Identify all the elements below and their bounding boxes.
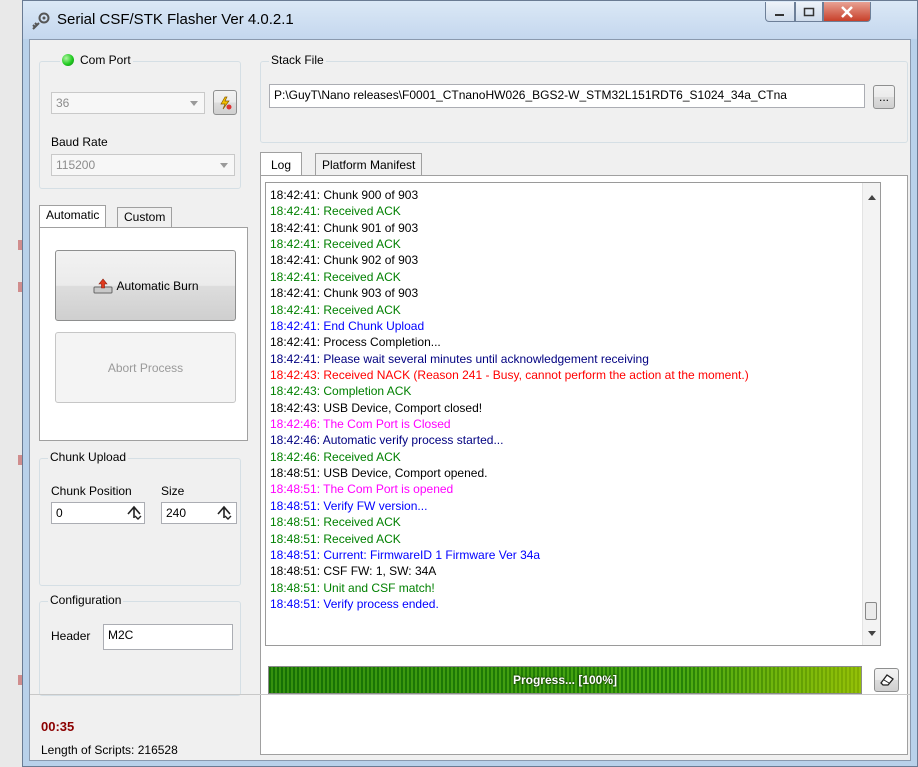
log-textbox[interactable]: 18:42:41: Chunk 900 of 903 18:42:41: Rece… [265,182,881,646]
progress-bar: Progress... [100%] [268,666,862,694]
chunk-upload-group: Chunk Upload Chunk Position Size 0 240 [39,450,241,586]
log-line: 18:42:41: Received ACK [270,237,401,252]
maximize-button[interactable] [795,2,823,22]
scroll-down-icon[interactable] [868,631,876,636]
gear-plug-icon [32,12,50,30]
log-line: 18:42:41: Chunk 902 of 903 [270,253,419,268]
stack-file-path-input[interactable]: P:\GuyT\Nano releases\F0001_CTnanoHW026_… [269,84,865,108]
configuration-group: Configuration Header M2C [39,593,241,696]
header-input[interactable]: M2C [103,624,233,650]
comport-label: Com Port [80,53,131,67]
automatic-burn-button[interactable]: Automatic Burn [55,250,236,321]
comport-header: Com Port [60,53,133,67]
tab-platform-manifest[interactable]: Platform Manifest [315,153,423,175]
log-line: 18:42:41: End Chunk Upload [270,318,425,333]
comport-value: 36 [56,96,70,110]
desktop-background [0,0,23,767]
automatic-burn-label: Automatic Burn [116,278,199,293]
ellipsis-icon: ... [878,90,889,104]
log-lines: 18:42:41: Chunk 900 of 903 18:42:41: Rece… [270,187,860,612]
window-title: Serial CSF/STK Flasher Ver 4.0.2.1 [57,11,294,28]
stack-file-label: Stack File [269,53,326,67]
spin-arrows-icon [127,505,142,520]
refresh-lightning-icon [220,96,232,109]
log-line: 18:48:51: CSF FW: 1, SW: 34A [270,564,437,579]
chunk-position-spinner[interactable] [125,504,143,520]
chevron-down-icon [190,101,198,106]
log-line: 18:48:51: Current: FirmwareID 1 Firmware… [270,547,541,562]
elapsed-timer: 00:35 [41,719,75,734]
tab-automatic[interactable]: Automatic [39,205,107,228]
eraser-icon [879,674,894,686]
log-line: 18:42:41: Received ACK [270,269,401,284]
log-line: 18:48:51: Verify FW version... [270,498,428,513]
connection-group: Com Port 36 Baud Rate 115200 [39,53,241,189]
baud-label: Baud Rate [51,135,108,149]
abort-process-button[interactable]: Abort Process [55,332,236,403]
chevron-down-icon [220,163,228,168]
client-area: Com Port 36 Baud Rate 115200 Automatic C… [29,39,911,761]
log-line: 18:48:51: Verify process ended. [270,596,439,611]
baud-select[interactable]: 115200 [51,154,235,176]
upload-icon [93,278,113,293]
stack-file-group: Stack File P:\GuyT\Nano releases\F0001_C… [260,53,908,143]
log-line: 18:42:41: Received ACK [270,302,401,317]
log-line: 18:42:41: Received ACK [270,204,401,219]
app-window: Serial CSF/STK Flasher Ver 4.0.2.1 Com P… [22,0,918,767]
scroll-thumb[interactable] [865,602,877,620]
log-line: 18:42:46: The Com Port is Closed [270,417,451,432]
log-line: 18:42:41: Chunk 900 of 903 [270,188,419,202]
log-line: 18:42:43: Completion ACK [270,384,412,399]
chunk-size-spinner[interactable] [215,504,233,520]
maximize-icon [803,7,815,16]
log-line: 18:42:41: Chunk 903 of 903 [270,286,419,301]
baud-value: 115200 [56,158,96,172]
browse-button[interactable]: ... [873,85,895,109]
close-button[interactable] [823,2,871,22]
tab-custom[interactable]: Custom [117,207,173,228]
comport-select[interactable]: 36 [51,92,205,114]
scroll-up-icon[interactable] [868,195,876,200]
minimize-button[interactable] [765,2,795,22]
abort-process-label: Abort Process [107,360,184,375]
chunk-position-label: Chunk Position [51,484,132,498]
refresh-ports-button[interactable] [213,90,237,115]
status-divider [30,694,910,695]
log-line: 18:42:46: Automatic verify process start… [270,433,504,448]
chunk-upload-title: Chunk Upload [48,450,129,464]
log-line: 18:48:51: Unit and CSF match! [270,580,435,595]
log-line: 18:42:46: Received ACK [270,449,401,464]
tab-log[interactable]: Log [260,152,303,177]
close-icon [841,5,853,18]
header-label: Header [51,629,91,643]
status-led-icon [62,54,74,66]
clear-log-button[interactable] [874,668,899,692]
progress-label: Progress... [100%] [512,673,618,687]
minimize-icon [775,13,784,16]
log-line: 18:48:51: USB Device, Comport opened. [270,466,488,481]
chunk-size-label: Size [161,484,185,498]
title-bar[interactable]: Serial CSF/STK Flasher Ver 4.0.2.1 [23,1,917,39]
configuration-title: Configuration [48,593,124,607]
log-line: 18:48:51: Received ACK [270,531,401,546]
scripts-length-label: Length of Scripts: 216528 [41,743,178,757]
log-scrollbar[interactable] [862,183,880,645]
log-line: 18:42:41: Please wait several minutes un… [270,351,649,366]
automatic-tab-panel: Automatic Burn Abort Process [39,227,248,441]
spin-arrows-icon [217,505,232,520]
log-line: 18:48:51: The Com Port is opened [270,482,454,497]
log-line: 18:42:43: Received NACK (Reason 241 - Bu… [270,367,749,382]
log-line: 18:48:51: Received ACK [270,515,401,530]
log-line: 18:42:41: Process Completion... [270,335,441,350]
log-line: 18:42:41: Chunk 901 of 903 [270,220,419,235]
log-line: 18:42:43: USB Device, Comport closed! [270,400,483,415]
